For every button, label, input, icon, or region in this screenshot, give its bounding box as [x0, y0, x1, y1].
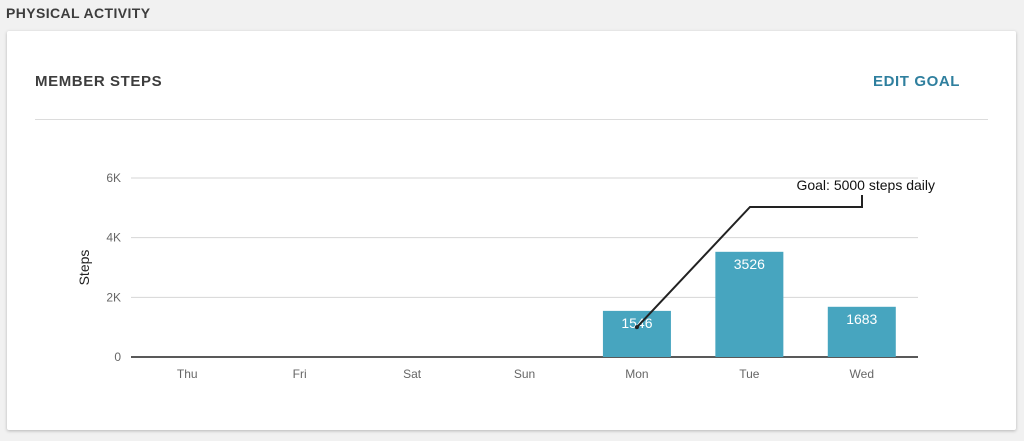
- x-tick-label: Sat: [403, 367, 422, 381]
- data-label: 1683: [846, 311, 877, 327]
- x-tick-label: Tue: [739, 367, 760, 381]
- y-tick-label: 0: [114, 350, 121, 364]
- member-steps-card: MEMBER STEPS EDIT GOAL 0 2K 4K 6K Steps Thu Fr…: [7, 31, 1016, 430]
- grid-layer: [131, 177, 918, 358]
- goal-annotation-anchor: [634, 325, 639, 330]
- x-tick-label: Mon: [625, 367, 648, 381]
- y-tick-label: 2K: [106, 290, 121, 304]
- x-tick-label: Sun: [514, 367, 535, 381]
- y-tick-label: 6K: [106, 171, 121, 185]
- annotation-layer: Goal: 5000 steps daily: [634, 177, 935, 330]
- goal-annotation-text: Goal: 5000 steps daily: [796, 177, 935, 193]
- data-label: 3526: [734, 256, 765, 272]
- x-tick-label: Thu: [177, 367, 198, 381]
- x-tick-label: Wed: [850, 367, 874, 381]
- y-axis-label: Steps: [76, 250, 92, 286]
- steps-bar-chart: 02K4K6KStepsThu Fri Sat Sun Mon1546Tue3526We…: [76, 171, 935, 381]
- x-tick-label: Fri: [293, 367, 307, 381]
- y-tick-label: 4K: [106, 231, 121, 245]
